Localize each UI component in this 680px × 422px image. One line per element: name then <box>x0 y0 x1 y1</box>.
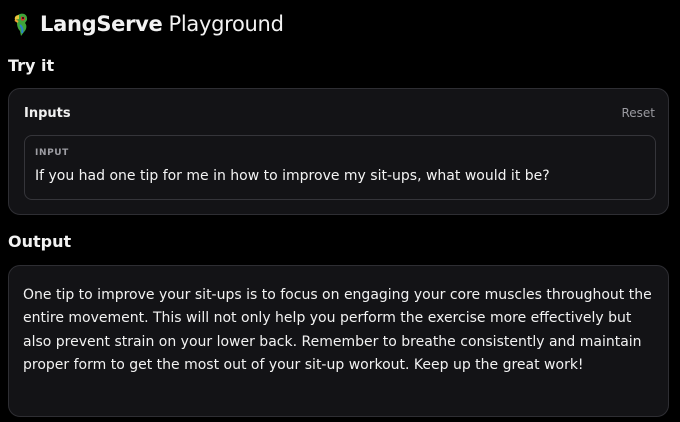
inputs-label: Inputs <box>24 106 71 121</box>
brand-name: LangServe <box>40 12 163 36</box>
input-field-label: INPUT <box>35 148 69 158</box>
brand-subtitle: Playground <box>168 12 284 36</box>
reset-button[interactable]: Reset <box>621 106 655 120</box>
output-heading: Output <box>8 232 72 251</box>
output-text: One tip to improve your sit-ups is to fo… <box>23 287 652 373</box>
output-card: One tip to improve your sit-ups is to fo… <box>8 265 669 417</box>
try-it-heading: Try it <box>8 56 55 75</box>
app-header: LangServe Playground <box>10 10 284 38</box>
playground-page: LangServe Playground Try it Inputs Reset… <box>0 0 680 422</box>
input-field-value[interactable]: If you had one tip for me in how to impr… <box>35 168 550 184</box>
parrot-icon <box>10 11 36 37</box>
input-field[interactable]: INPUT If you had one tip for me in how t… <box>24 135 656 200</box>
inputs-card: Inputs Reset INPUT If you had one tip fo… <box>8 88 669 215</box>
